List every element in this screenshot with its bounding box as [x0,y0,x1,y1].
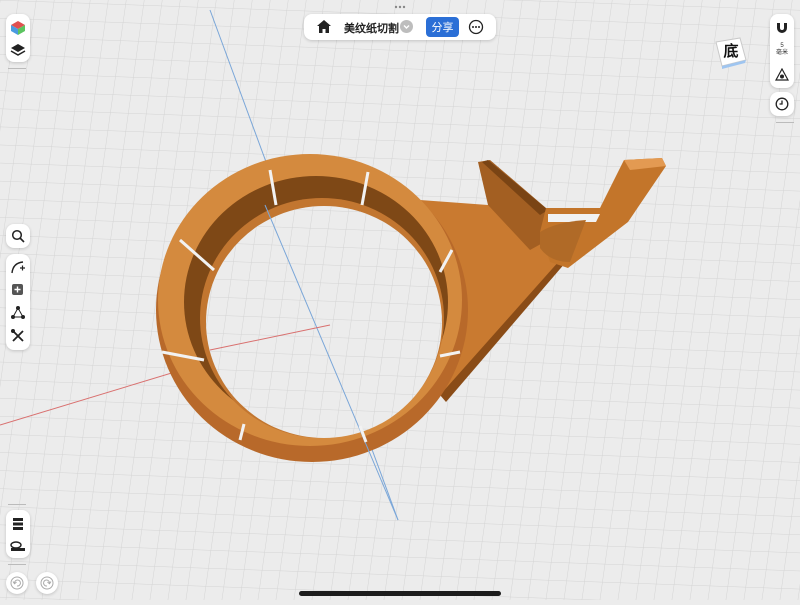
search-icon[interactable] [7,225,29,247]
document-toolbar: 美纹纸切割 分享 [304,14,496,40]
measure-icon[interactable] [7,535,29,557]
search-panel [6,224,30,248]
add-primitive-icon[interactable] [7,279,29,301]
3d-viewport[interactable] [0,0,800,600]
tools-icon[interactable] [7,325,29,347]
more-icon[interactable] [468,19,484,40]
divider [8,68,26,69]
share-button[interactable]: 分享 [426,17,459,37]
right-snap-panel: 5 毫米 [770,14,794,88]
display-panel [6,14,30,62]
redo-button[interactable] [36,572,58,594]
dropdown-chevron-icon[interactable] [400,20,413,33]
origin-icon[interactable] [771,64,793,86]
appearance-cube-icon[interactable] [7,17,29,39]
divider [8,564,26,565]
view-cube-face-label: 底 [723,42,738,60]
undo-button[interactable] [6,572,28,594]
layers-icon[interactable] [7,39,29,61]
view-cube[interactable]: 底 [712,34,748,70]
drag-grabber-icon[interactable] [394,5,406,9]
units-label[interactable]: 5 毫米 [767,43,797,57]
divider [776,122,794,123]
snap-magnet-icon[interactable] [771,17,793,39]
transform-icon[interactable] [7,302,29,324]
stack-icon[interactable] [7,513,29,535]
undo-icon[interactable] [6,572,28,594]
grid-canvas [0,0,800,600]
document-title[interactable]: 美纹纸切割 [344,20,399,36]
history-clock-icon[interactable] [771,93,793,115]
modeling-tools-panel [6,254,30,350]
redo-icon[interactable] [36,572,58,594]
home-icon[interactable] [316,19,332,39]
bottom-tools-panel [6,510,30,558]
unit-label: 毫米 [775,50,788,56]
grid-scale-value: 5 [780,43,784,49]
sketch-curve-icon[interactable] [7,256,29,278]
home-indicator[interactable] [299,591,501,596]
divider [8,504,26,505]
history-panel [770,92,794,116]
